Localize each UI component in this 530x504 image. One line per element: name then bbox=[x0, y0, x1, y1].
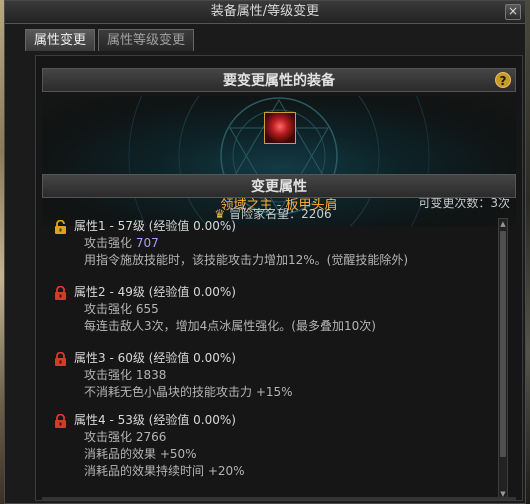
stat-label: 攻击强化 bbox=[84, 236, 133, 250]
shoulder-armor-icon[interactable] bbox=[264, 112, 296, 144]
equipment-section-title: 要变更属性的装备 bbox=[223, 73, 335, 89]
red-lock-icon[interactable] bbox=[54, 352, 67, 366]
window-title: 装备属性/等级变更 bbox=[5, 1, 525, 24]
close-button[interactable]: × bbox=[505, 4, 521, 20]
attribute-list: 属性1 - 57级 (经验值 0.00%) 攻击强化 707 用指令施放技能时，… bbox=[42, 218, 494, 502]
stat-value: 707 bbox=[135, 236, 159, 250]
question-icon[interactable]: ? bbox=[495, 72, 511, 88]
gold-unlocked-icon[interactable] bbox=[54, 220, 67, 234]
equipment-section-header: 要变更属性的装备 ? bbox=[42, 68, 516, 92]
content-panel: 要变更属性的装备 ? 领域之主 - 板甲头肩 可变更次数：3次 变更属性 ♛ 冒险… bbox=[35, 55, 523, 501]
scroll-up-icon[interactable]: ▲ bbox=[499, 220, 507, 228]
tab-bar: 属性变更 属性等级变更 bbox=[25, 29, 195, 51]
attribute-title: 属性3 - 60级 (经验值 0.00%) bbox=[74, 351, 236, 365]
attribute-title: 属性1 - 57级 (经验值 0.00%) bbox=[74, 219, 236, 233]
panel-bottom-edge bbox=[42, 497, 516, 500]
attribute-effect: 用指令施放技能时，该技能攻击力增加12%。(觉醒技能除外) bbox=[84, 253, 409, 267]
stat-value: 655 bbox=[135, 302, 159, 316]
stat-label: 攻击强化 bbox=[84, 302, 133, 316]
attribute-scrollbar[interactable]: ▲ ▼ bbox=[498, 218, 508, 500]
tab-attribute-change[interactable]: 属性变更 bbox=[25, 29, 96, 51]
attribute-stat: 攻击强化 2766 bbox=[74, 429, 245, 446]
red-lock-icon[interactable] bbox=[54, 414, 67, 428]
attribute-title: 属性2 - 49级 (经验值 0.00%) bbox=[74, 285, 236, 299]
attribute-effect: 消耗品的效果 +50% bbox=[84, 447, 197, 461]
stat-label: 攻击强化 bbox=[84, 368, 133, 382]
attributes-section-title: 变更属性 bbox=[251, 179, 307, 195]
attribute-stat: 攻击强化 1838 bbox=[74, 367, 293, 384]
attributes-section-header: 变更属性 bbox=[42, 174, 516, 198]
attribute-title: 属性4 - 53级 (经验值 0.00%) bbox=[74, 413, 236, 427]
tab-attribute-level-change[interactable]: 属性等级变更 bbox=[98, 29, 195, 51]
scroll-thumb[interactable] bbox=[500, 231, 506, 457]
attribute-effect: 每连击敌人3次，增加4点冰属性强化。(最多叠加10次) bbox=[84, 319, 376, 333]
red-lock-icon[interactable] bbox=[54, 286, 67, 300]
attribute-stat: 攻击强化 655 bbox=[74, 301, 376, 318]
equipment-attribute-window: 装备属性/等级变更 × 属性变更 属性等级变更 要变更属性的装备 ? 领域之主 … bbox=[4, 0, 526, 504]
stat-value: 1838 bbox=[135, 368, 167, 382]
attribute-effect: 不消耗无色小晶块的技能攻击力 +15% bbox=[84, 385, 293, 399]
attribute-stat: 攻击强化 707 bbox=[74, 235, 408, 252]
stat-label: 攻击强化 bbox=[84, 430, 133, 444]
stat-value: 2766 bbox=[135, 430, 167, 444]
attribute-effect: 消耗品的效果持续时间 +20% bbox=[84, 464, 245, 478]
